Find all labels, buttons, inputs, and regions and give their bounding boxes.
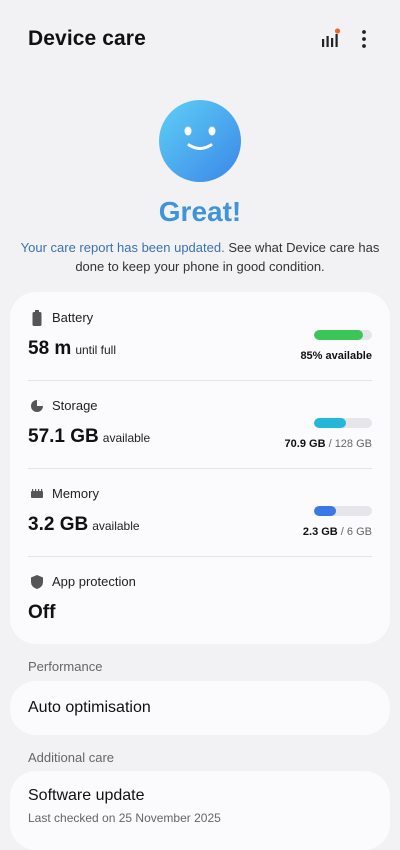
battery-row[interactable]: Battery 58 m until full 85% available [10,292,390,380]
bar-chart-icon[interactable] [320,28,342,50]
memory-progress-bar [314,506,372,516]
battery-progress-bar [314,330,372,340]
top-app-bar: Device care [0,0,400,80]
page-title: Device care [28,27,146,50]
app-protection-label: App protection [52,574,136,589]
storage-progress-bar [314,418,372,428]
software-update-item[interactable]: Software update Last checked on 25 Novem… [10,771,390,850]
auto-optimisation-item[interactable]: Auto optimisation [10,681,390,735]
storage-value: 57.1 GB available [28,426,151,447]
battery-label: Battery [52,310,94,325]
performance-section-label: Performance [28,659,103,674]
software-update-label: Software update [28,787,145,804]
storage-label: Storage [52,398,98,413]
software-update-last-checked: Last checked on 25 November 2025 [28,811,221,825]
additional-care-section-label: Additional care [28,750,114,765]
more-vert-icon[interactable] [354,28,374,50]
shield-icon [30,574,44,590]
storage-row[interactable]: Storage 57.1 GB available 70.9 GB / 128 G… [10,380,390,468]
auto-optimisation-label: Auto optimisation [28,699,151,716]
app-protection-row[interactable]: App protection Off [10,556,390,644]
memory-chip-icon [30,486,44,502]
battery-icon [30,310,44,326]
notification-dot [334,28,341,34]
memory-value: 3.2 GB available [28,514,140,535]
memory-progress-fill [314,506,337,516]
smiley-face-icon [159,100,241,182]
battery-progress-fill [314,330,364,340]
memory-usage: 2.3 GB / 6 GB [302,526,372,538]
care-report-text: Your care report has been updated. See w… [20,238,380,276]
storage-usage: 70.9 GB / 128 GB [284,438,372,450]
battery-value: 58 m until full [28,338,116,359]
memory-label: Memory [52,486,99,501]
care-report-link[interactable]: Your care report has been updated. [21,240,225,255]
memory-row[interactable]: Memory 3.2 GB available 2.3 GB / 6 GB [10,468,390,556]
battery-available: 85% available [300,350,372,362]
storage-progress-fill [314,418,347,428]
status-headline: Great! [158,196,242,227]
app-protection-value: Off [28,602,56,623]
device-status-card: Battery 58 m until full 85% available Sto… [10,292,390,644]
pie-chart-icon [30,398,44,414]
